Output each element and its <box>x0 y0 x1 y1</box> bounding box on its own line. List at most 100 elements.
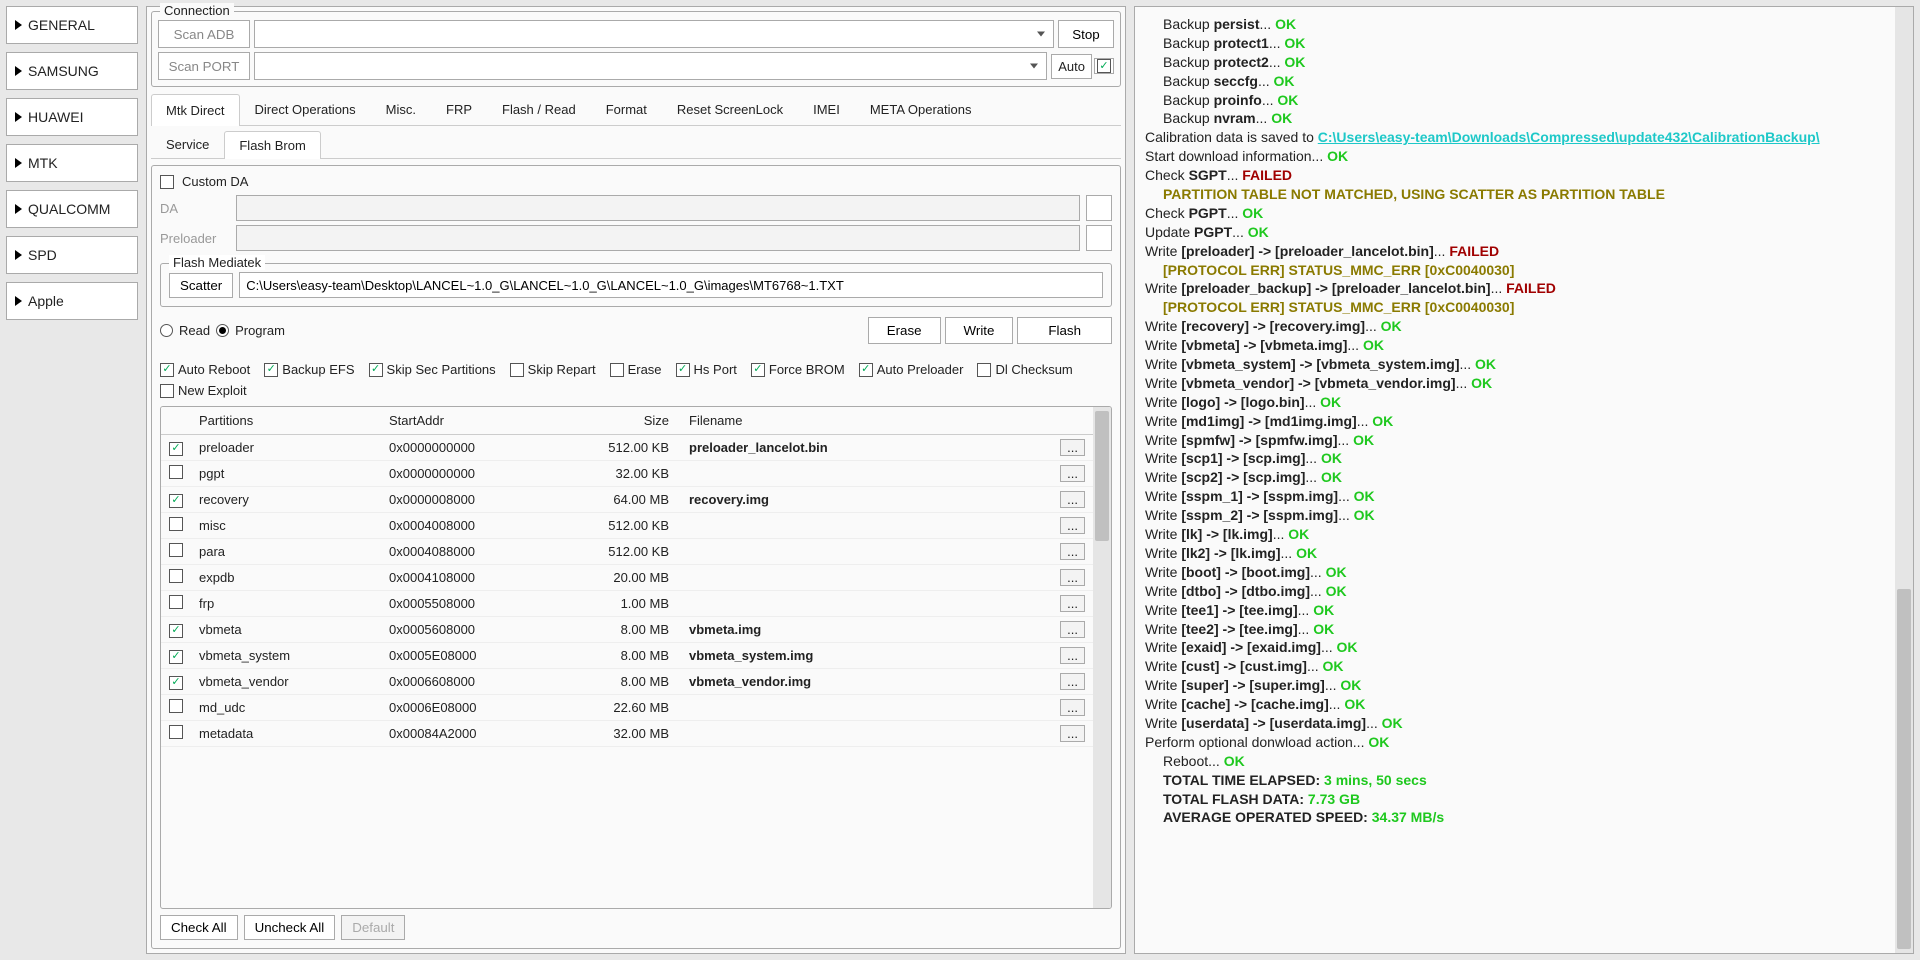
option-checkbox[interactable] <box>510 363 524 377</box>
erase-button[interactable]: Erase <box>868 317 941 344</box>
row-browse-button[interactable]: ... <box>1060 569 1085 586</box>
option-checkbox[interactable] <box>160 363 174 377</box>
table-row[interactable]: md_udc0x0006E0800022.60 MB... <box>161 695 1093 721</box>
preloader-input[interactable] <box>236 225 1080 251</box>
adb-device-combo[interactable] <box>254 20 1054 48</box>
program-radio[interactable] <box>216 324 229 337</box>
row-checkbox[interactable] <box>169 595 183 609</box>
row-browse-button[interactable]: ... <box>1060 621 1085 638</box>
write-button[interactable]: Write <box>945 317 1014 344</box>
sidebar-item-general[interactable]: GENERAL <box>6 6 138 44</box>
row-checkbox[interactable] <box>169 699 183 713</box>
port-combo[interactable] <box>254 52 1047 80</box>
sidebar-item-huawei[interactable]: HUAWEI <box>6 98 138 136</box>
flash-button[interactable]: Flash <box>1017 317 1112 344</box>
row-checkbox[interactable] <box>169 725 183 739</box>
scan-port-button[interactable]: Scan PORT <box>158 52 250 80</box>
option-checkbox[interactable] <box>160 384 174 398</box>
scan-adb-button[interactable]: Scan ADB <box>158 20 250 48</box>
log-line: Write [sspm_2] -> [sspm.img]... OK <box>1145 506 1885 525</box>
log-line: Write [preloader_backup] -> [preloader_l… <box>1145 279 1885 298</box>
row-browse-button[interactable]: ... <box>1060 595 1085 612</box>
option-checkbox[interactable] <box>369 363 383 377</box>
row-browse-button[interactable]: ... <box>1060 543 1085 560</box>
auto-checkbox[interactable] <box>1094 58 1114 74</box>
row-browse-button[interactable]: ... <box>1060 517 1085 534</box>
row-name: vbmeta_vendor <box>191 669 381 695</box>
tab-direct-operations[interactable]: Direct Operations <box>240 93 371 125</box>
read-radio[interactable] <box>160 324 173 337</box>
row-checkbox[interactable] <box>169 650 183 664</box>
row-size: 8.00 MB <box>551 643 681 669</box>
table-scrollbar[interactable] <box>1093 407 1111 908</box>
table-row[interactable]: preloader0x0000000000512.00 KBpreloader_… <box>161 435 1093 461</box>
log-scrollbar[interactable] <box>1895 7 1913 953</box>
subtab-service[interactable]: Service <box>151 130 224 158</box>
row-checkbox[interactable] <box>169 442 183 456</box>
row-browse-button[interactable]: ... <box>1060 647 1085 664</box>
option-auto-preloader: Auto Preloader <box>859 362 964 377</box>
row-browse-button[interactable]: ... <box>1060 699 1085 716</box>
row-filename: vbmeta_vendor.img <box>681 669 1052 695</box>
table-row[interactable]: frp0x00055080001.00 MB... <box>161 591 1093 617</box>
tab-mtk-direct[interactable]: Mtk Direct <box>151 94 240 126</box>
tab-frp[interactable]: FRP <box>431 93 487 125</box>
row-browse-button[interactable]: ... <box>1060 673 1085 690</box>
row-browse-button[interactable]: ... <box>1060 725 1085 742</box>
table-row[interactable]: pgpt0x000000000032.00 KB... <box>161 461 1093 487</box>
da-browse-button[interactable] <box>1086 195 1112 221</box>
scatter-path-input[interactable] <box>239 272 1103 298</box>
tab-reset-screenlock[interactable]: Reset ScreenLock <box>662 93 798 125</box>
preloader-browse-button[interactable] <box>1086 225 1112 251</box>
option-checkbox[interactable] <box>859 363 873 377</box>
option-checkbox[interactable] <box>264 363 278 377</box>
row-browse-button[interactable]: ... <box>1060 465 1085 482</box>
sidebar-item-samsung[interactable]: SAMSUNG <box>6 52 138 90</box>
table-row[interactable]: recovery0x000000800064.00 MBrecovery.img… <box>161 487 1093 513</box>
row-checkbox[interactable] <box>169 494 183 508</box>
sidebar-item-mtk[interactable]: MTK <box>6 144 138 182</box>
table-row[interactable]: expdb0x000410800020.00 MB... <box>161 565 1093 591</box>
da-input[interactable] <box>236 195 1080 221</box>
uncheck-all-button[interactable]: Uncheck All <box>244 915 336 940</box>
row-checkbox[interactable] <box>169 465 183 479</box>
subtab-flash-brom[interactable]: Flash Brom <box>224 131 320 159</box>
log-line: Reboot... OK <box>1145 752 1885 771</box>
col-startaddr: StartAddr <box>381 407 551 435</box>
option-force-brom: Force BROM <box>751 362 845 377</box>
row-checkbox[interactable] <box>169 543 183 557</box>
tab-meta-operations[interactable]: META Operations <box>855 93 987 125</box>
row-checkbox[interactable] <box>169 517 183 531</box>
tab-misc-[interactable]: Misc. <box>371 93 431 125</box>
option-checkbox[interactable] <box>751 363 765 377</box>
tab-imei[interactable]: IMEI <box>798 93 855 125</box>
option-checkbox[interactable] <box>610 363 624 377</box>
log-line: TOTAL FLASH DATA: 7.73 GB <box>1145 790 1885 809</box>
sidebar-item-qualcomm[interactable]: QUALCOMM <box>6 190 138 228</box>
table-row[interactable]: misc0x0004008000512.00 KB... <box>161 513 1093 539</box>
table-row[interactable]: metadata0x00084A200032.00 MB... <box>161 721 1093 747</box>
option-checkbox[interactable] <box>676 363 690 377</box>
sidebar-item-apple[interactable]: Apple <box>6 282 138 320</box>
row-filename: vbmeta_system.img <box>681 643 1052 669</box>
row-checkbox[interactable] <box>169 569 183 583</box>
option-checkbox[interactable] <box>977 363 991 377</box>
table-row[interactable]: vbmeta0x00056080008.00 MBvbmeta.img... <box>161 617 1093 643</box>
tab-flash-read[interactable]: Flash / Read <box>487 93 591 125</box>
table-row[interactable]: para0x0004088000512.00 KB... <box>161 539 1093 565</box>
check-all-button[interactable]: Check All <box>160 915 238 940</box>
stop-button[interactable]: Stop <box>1058 20 1114 48</box>
row-addr: 0x0004088000 <box>381 539 551 565</box>
row-checkbox[interactable] <box>169 676 183 690</box>
tab-format[interactable]: Format <box>591 93 662 125</box>
scatter-button[interactable]: Scatter <box>169 273 233 298</box>
row-browse-button[interactable]: ... <box>1060 491 1085 508</box>
flash-mediatek-group: Flash Mediatek Scatter <box>160 263 1112 307</box>
default-button[interactable]: Default <box>341 915 405 940</box>
row-checkbox[interactable] <box>169 624 183 638</box>
table-row[interactable]: vbmeta_system0x0005E080008.00 MBvbmeta_s… <box>161 643 1093 669</box>
row-browse-button[interactable]: ... <box>1060 439 1085 456</box>
table-row[interactable]: vbmeta_vendor0x00066080008.00 MBvbmeta_v… <box>161 669 1093 695</box>
custom-da-checkbox[interactable] <box>160 175 174 189</box>
sidebar-item-spd[interactable]: SPD <box>6 236 138 274</box>
